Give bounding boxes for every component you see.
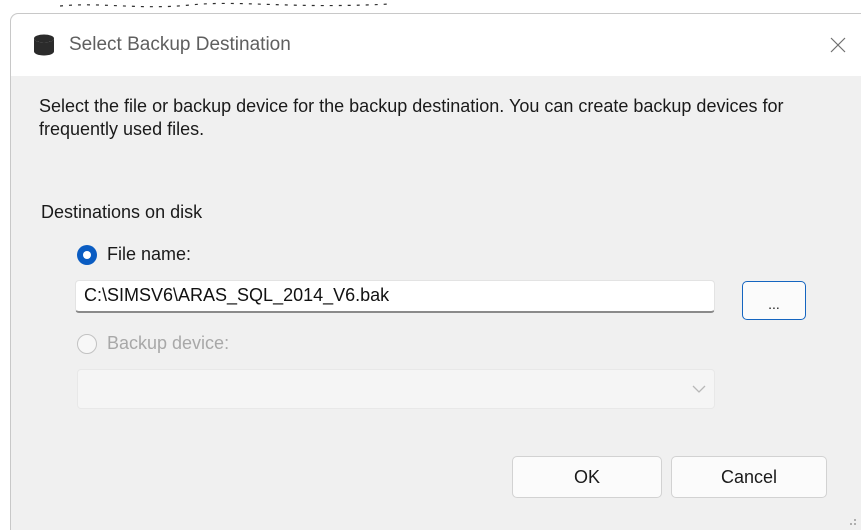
file-name-input[interactable]: C:\SIMSV6\ARAS_SQL_2014_V6.bak xyxy=(75,280,715,313)
close-icon xyxy=(830,37,846,53)
backup-device-select[interactable] xyxy=(77,369,715,409)
description-text: Select the file or backup device for the… xyxy=(39,96,784,139)
chevron-down-icon xyxy=(692,385,706,393)
browse-button[interactable]: ... xyxy=(742,281,806,320)
file-name-radio[interactable] xyxy=(77,245,97,265)
select-backup-destination-dialog: Select Backup Destination Select the fil… xyxy=(10,13,861,530)
backup-device-label[interactable]: Backup device: xyxy=(107,333,229,354)
ok-button[interactable]: OK xyxy=(512,456,662,498)
database-icon xyxy=(32,33,56,57)
dialog-content: Select the file or backup device for the… xyxy=(11,76,861,530)
destinations-group-label: Destinations on disk xyxy=(41,202,203,222)
background-window-fragment xyxy=(60,2,391,8)
cancel-button[interactable]: Cancel xyxy=(671,456,827,498)
close-button[interactable] xyxy=(815,14,861,76)
file-name-label[interactable]: File name: xyxy=(107,244,191,265)
backup-device-radio[interactable] xyxy=(77,334,97,354)
dialog-title: Select Backup Destination xyxy=(69,34,291,55)
screen: Select Backup Destination Select the fil… xyxy=(0,0,861,530)
title-bar: Select Backup Destination xyxy=(11,14,861,76)
resize-grip-icon[interactable] xyxy=(845,514,857,526)
